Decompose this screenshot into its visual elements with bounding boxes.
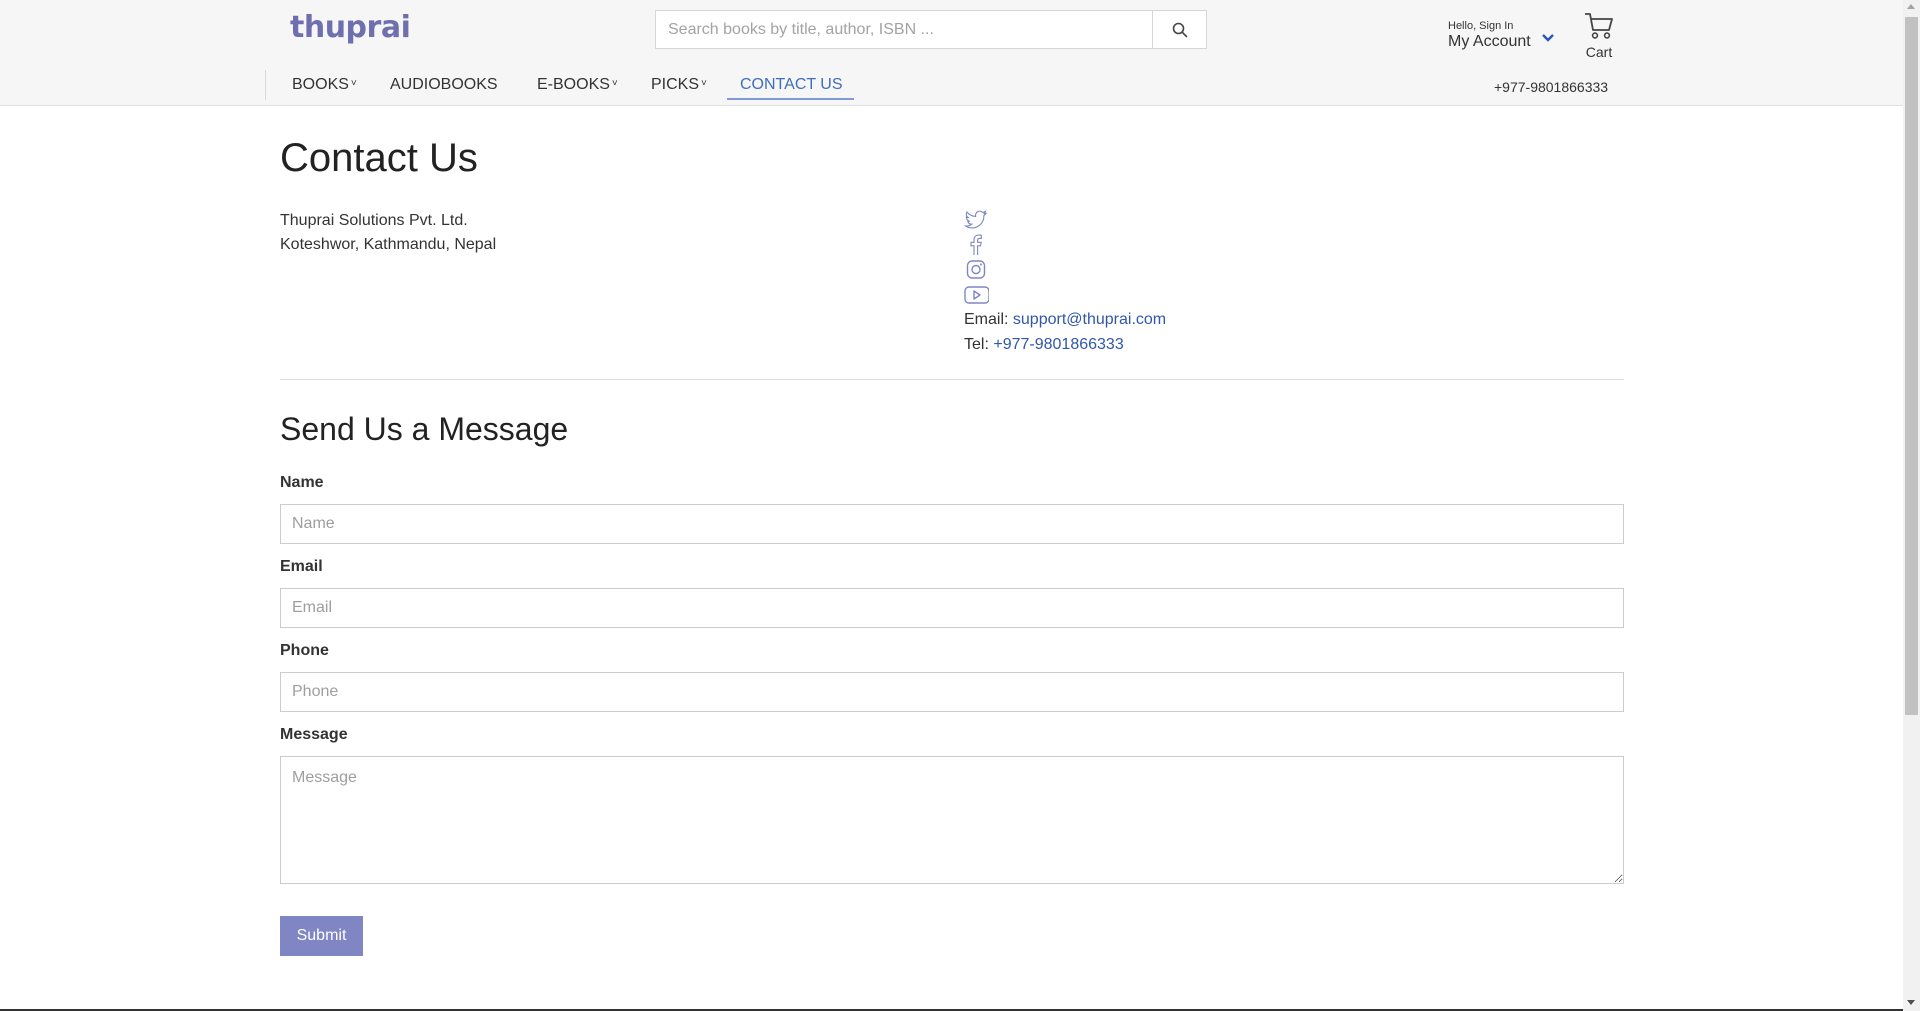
nav-item-books[interactable]: BOOKS ˅: [292, 76, 357, 94]
active-tab-indicator: [727, 98, 854, 100]
company-name: Thuprai Solutions Pvt. Ltd.: [280, 212, 468, 229]
caret-icon: ˅: [701, 78, 707, 89]
email-label: Email:: [964, 311, 1009, 328]
nav-label: AUDIOBOOKS: [390, 76, 498, 93]
nav-label: BOOKS: [292, 76, 349, 93]
cart-label: Cart: [1585, 44, 1613, 60]
main-nav: BOOKS ˅ AUDIOBOOKS E-BOOKS ˅ PICKS ˅ CONTAC…: [265, 70, 843, 100]
company-address: Thuprai Solutions Pvt. Ltd. Koteshwor, K…: [280, 209, 496, 257]
cart-button[interactable]: Cart: [1580, 11, 1618, 60]
name-label: Name: [280, 474, 324, 491]
scroll-up-arrow-icon[interactable]: [1907, 4, 1915, 9]
address-line: Koteshwor, Kathmandu, Nepal: [280, 236, 497, 253]
scroll-down-arrow-icon[interactable]: [1907, 1000, 1915, 1005]
submit-button[interactable]: Submit: [280, 916, 363, 956]
email-line: Email: support@thuprai.com: [964, 307, 1166, 332]
twitter-icon[interactable]: [963, 207, 989, 232]
nav-label: PICKS: [651, 76, 700, 93]
youtube-icon[interactable]: [963, 282, 989, 307]
email-link[interactable]: support@thuprai.com: [1013, 311, 1166, 328]
nav-label: CONTACT US: [740, 76, 843, 93]
account-greeting: Hello, Sign In: [1448, 20, 1514, 32]
scrollbar-thumb[interactable]: [1905, 17, 1918, 715]
tel-line: Tel: +977-9801866333: [964, 332, 1166, 357]
nav-label: E-BOOKS: [537, 76, 610, 93]
nav-item-contact-us[interactable]: CONTACT US: [740, 76, 843, 94]
nav-item-audiobooks[interactable]: AUDIOBOOKS: [390, 76, 498, 94]
message-label: Message: [280, 726, 348, 743]
facebook-icon[interactable]: [963, 232, 989, 257]
header-phone: +977-9801866333: [1494, 79, 1609, 95]
site-header: thuprai Hello, Sign In My Account C: [0, 0, 1903, 106]
social-links: [963, 207, 989, 307]
email-field-label: Email: [280, 558, 323, 575]
section-divider: [280, 379, 1624, 380]
contact-details: Email: support@thuprai.com Tel: +977-980…: [964, 307, 1166, 357]
nav-item-picks[interactable]: PICKS ˅: [651, 76, 707, 94]
page-title: Contact Us: [280, 136, 478, 180]
name-input[interactable]: [280, 504, 1624, 544]
cart-icon: [1585, 13, 1613, 39]
search-bar: [655, 10, 1207, 49]
search-input[interactable]: [656, 11, 1154, 48]
message-textarea[interactable]: [280, 756, 1624, 884]
chevron-down-icon[interactable]: [1540, 32, 1556, 44]
caret-icon: ˅: [611, 78, 618, 89]
tel-link[interactable]: +977-9801866333: [993, 336, 1123, 353]
search-icon: [1172, 22, 1187, 37]
caret-icon: ˅: [350, 78, 357, 89]
vertical-scrollbar[interactable]: [1903, 0, 1920, 1011]
account-label: My Account: [1448, 33, 1531, 50]
account-menu[interactable]: Hello, Sign In My Account: [1448, 20, 1531, 51]
page: thuprai Hello, Sign In My Account C: [0, 0, 1903, 1011]
email-input[interactable]: [280, 588, 1624, 628]
phone-input[interactable]: [280, 672, 1624, 712]
site-logo[interactable]: thuprai: [290, 10, 411, 45]
instagram-icon[interactable]: [963, 257, 989, 282]
nav-item-ebooks[interactable]: E-BOOKS ˅: [537, 76, 618, 94]
form-title: Send Us a Message: [280, 411, 569, 447]
search-button[interactable]: [1152, 11, 1206, 48]
phone-label: Phone: [280, 642, 329, 659]
tel-label: Tel:: [964, 336, 989, 353]
